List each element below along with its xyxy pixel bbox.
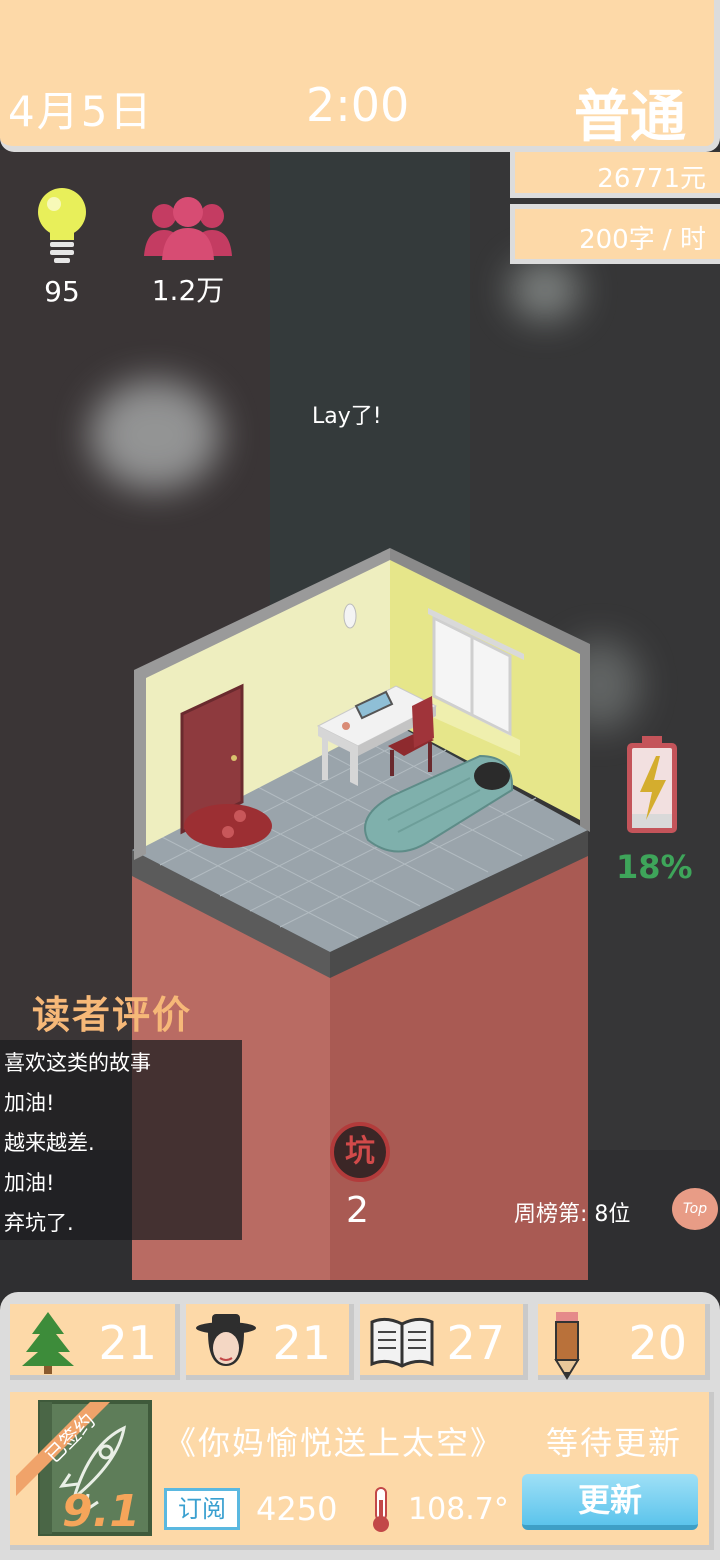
character-speech: Lay了! <box>312 404 382 429</box>
wall-clock <box>343 603 357 629</box>
attribute-tree-value: 21 <box>98 1316 157 1370</box>
reviews-list: 喜欢这类的故事 加油! 越来越差. 加油! 弃坑了. <box>0 1040 242 1240</box>
battery-icon <box>627 736 677 833</box>
review-item: 加油! <box>4 1091 55 1115</box>
pit-count: 2 <box>346 1190 369 1231</box>
difficulty-label: 普通 <box>574 85 686 150</box>
book-icon <box>370 1317 434 1368</box>
status-topbar: 4月5日 2:00 普通 <box>0 0 720 152</box>
attribute-character-value: 21 <box>272 1316 331 1370</box>
background-light <box>510 260 580 320</box>
reviews-title: 读者评价 <box>32 993 193 1037</box>
attribute-character[interactable]: 21 <box>186 1304 354 1380</box>
review-item: 弃坑了. <box>4 1211 74 1235</box>
background-light <box>90 380 220 490</box>
fans-icon <box>144 197 232 260</box>
update-button[interactable]: 更新 <box>522 1474 698 1530</box>
money-label: 26771元 <box>597 164 706 194</box>
pit-icon[interactable]: 坑 <box>330 1122 390 1182</box>
battery-percent: 18% <box>616 848 693 886</box>
book-status: 等待更新 <box>546 1424 683 1462</box>
subscriber-count: 4250 <box>256 1490 338 1528</box>
attribute-book-value: 27 <box>446 1316 505 1370</box>
date-label: 4月5日 <box>8 87 154 136</box>
thermometer-icon <box>373 1487 389 1532</box>
character-head <box>474 762 510 790</box>
attribute-pencil[interactable]: 20 <box>538 1304 710 1380</box>
fans-stat[interactable]: 1.2万 <box>142 194 234 309</box>
attribute-pencil-value: 20 <box>628 1316 687 1370</box>
pencil-icon <box>554 1312 580 1380</box>
character-icon <box>196 1314 256 1366</box>
subscribe-badge: 订阅 <box>164 1488 240 1530</box>
speed-box: 200字 / 时 <box>510 204 720 264</box>
heat-value: 108.7° <box>408 1492 509 1527</box>
speed-label: 200字 / 时 <box>579 225 706 255</box>
money-box: 26771元 <box>510 152 720 198</box>
top-button[interactable]: Top <box>672 1188 718 1230</box>
review-item: 加油! <box>4 1171 55 1195</box>
review-item: 越来越差. <box>4 1131 95 1155</box>
book-title: 《你妈愉悦送上太空》 <box>164 1424 505 1462</box>
lightbulb-icon <box>38 188 86 263</box>
inspiration-value: 95 <box>44 275 80 308</box>
book-score: 9.1 <box>62 1486 140 1537</box>
review-item: 喜欢这类的故事 <box>4 1051 151 1075</box>
tree-icon <box>22 1312 74 1374</box>
inspiration-stat[interactable]: 95 <box>30 186 94 308</box>
battery-fill <box>632 814 672 828</box>
attribute-tree[interactable]: 21 <box>10 1304 180 1380</box>
weekly-rank: 周榜第: 8位 <box>514 1202 631 1227</box>
time-label: 2:00 <box>306 78 410 132</box>
attribute-book[interactable]: 27 <box>360 1304 528 1380</box>
fans-value: 1.2万 <box>151 274 225 307</box>
